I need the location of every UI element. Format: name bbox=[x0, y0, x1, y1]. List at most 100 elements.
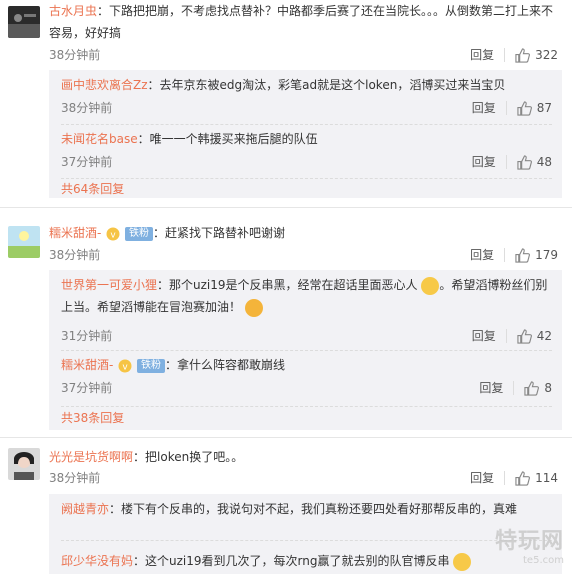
username[interactable]: 光光是坑货啊啊 bbox=[49, 450, 133, 464]
watermark-text: 特玩网 bbox=[494, 529, 564, 554]
reply-content: 去年京东被edg淘汰，彩笔ad就是这个loken，滔博买过来当宝贝 bbox=[159, 78, 506, 92]
reply-box: 阙越青亦：楼下有个反串的，我说句对不起，我们真粉还要四处看好那帮反串的，真难 邱… bbox=[49, 494, 562, 574]
username[interactable]: 画中悲欢离合Zz bbox=[61, 78, 148, 92]
username[interactable]: 阙越青亦 bbox=[61, 502, 109, 516]
thumbs-up-icon bbox=[524, 380, 540, 396]
reply-divider bbox=[61, 178, 552, 179]
comment-content: 赶紧找下路替补吧谢谢 bbox=[165, 226, 286, 240]
comment-meta: 38分钟前 回复 114 bbox=[49, 468, 558, 488]
timestamp: 38分钟前 bbox=[49, 48, 101, 62]
reply-meta: 37分钟前 回复 48 bbox=[61, 152, 552, 172]
divider bbox=[513, 381, 515, 395]
divider bbox=[505, 155, 507, 169]
username[interactable]: 未闻花名base bbox=[61, 132, 138, 146]
like-button[interactable]: 87 bbox=[517, 98, 552, 118]
avatar[interactable] bbox=[8, 6, 40, 38]
reply-content: 拿什么阵容都敢崩线 bbox=[177, 358, 286, 372]
tongue-emoji-icon bbox=[244, 298, 263, 317]
timestamp: 37分钟前 bbox=[61, 155, 113, 169]
comment-content: 下路把把崩，不考虑找点替补？中路都季后赛了还在当院长。。。从倒数第二打上来不容易… bbox=[49, 4, 554, 40]
reply: 糯米甜酒- v 铁粉 ：拿什么阵容都敢崩线 37分钟前 回复 8 bbox=[61, 354, 552, 402]
divider bbox=[505, 329, 507, 343]
reply-button[interactable]: 回复 bbox=[472, 326, 496, 346]
thumbs-up-icon bbox=[517, 100, 532, 116]
fan-badge: 铁粉 bbox=[125, 226, 153, 241]
fan-badge: 铁粉 bbox=[137, 358, 165, 373]
reply: 阙越青亦：楼下有个反串的，我说句对不起，我们真粉还要四处看好那帮反串的，真难 bbox=[61, 498, 552, 538]
avatar[interactable] bbox=[8, 448, 40, 480]
watermark-url: te5.com bbox=[523, 555, 564, 566]
divider bbox=[504, 248, 506, 262]
reply-actions: 回复 48 bbox=[472, 152, 552, 172]
reply-divider bbox=[61, 350, 552, 351]
reply-content: 这个uzi19看到几次了，每次rng赢了就去别的队官博反串 bbox=[145, 554, 450, 568]
like-button[interactable]: 48 bbox=[517, 152, 552, 172]
comment: 糯米甜酒- v 铁粉 ：赶紧找下路替补吧谢谢 38分钟前 回复 179 世界第一可… bbox=[0, 220, 572, 430]
reply-button[interactable]: 回复 bbox=[470, 45, 494, 65]
reply-text: 世界第一可爱小狸：那个uzi19是个反串黑，经常在超话里面恶心人 。希望滔博粉丝… bbox=[61, 274, 552, 318]
reply-meta: 37分钟前 回复 8 bbox=[61, 378, 552, 398]
comment-actions: 回复 179 bbox=[470, 245, 558, 265]
smile-emoji-icon bbox=[453, 552, 472, 571]
reply-button[interactable]: 回复 bbox=[472, 152, 496, 172]
comment-meta: 38分钟前 回复 179 bbox=[49, 245, 558, 265]
thumbs-up-icon bbox=[515, 247, 531, 263]
reply-meta: 38分钟前 回复 87 bbox=[61, 98, 552, 118]
thumbs-up-icon bbox=[517, 154, 532, 170]
username[interactable]: 古水月虫 bbox=[49, 4, 97, 18]
timestamp: 38分钟前 bbox=[61, 101, 113, 115]
like-button[interactable]: 8 bbox=[524, 378, 552, 398]
reply: 世界第一可爱小狸：那个uzi19是个反串黑，经常在超话里面恶心人 。希望滔博粉丝… bbox=[61, 274, 552, 346]
avatar[interactable] bbox=[8, 226, 40, 258]
reply-text: 未闻花名base：唯一一个韩援买来拖后腿的队伍 bbox=[61, 132, 318, 146]
reply-text: 邱少华没有妈：这个uzi19看到几次了，每次rng赢了就去别的队官博反串 bbox=[61, 550, 552, 572]
reply-button[interactable]: 回复 bbox=[472, 98, 496, 118]
username[interactable]: 糯米甜酒- bbox=[61, 358, 113, 372]
reply-button[interactable]: 回复 bbox=[470, 468, 494, 488]
like-count: 179 bbox=[535, 248, 558, 262]
like-button[interactable]: 42 bbox=[517, 326, 552, 346]
comment-text: 糯米甜酒- v 铁粉 ：赶紧找下路替补吧谢谢 bbox=[49, 226, 286, 241]
timestamp: 31分钟前 bbox=[61, 329, 113, 343]
username[interactable]: 邱少华没有妈 bbox=[61, 554, 133, 568]
more-replies-link[interactable]: 共38条回复 bbox=[61, 409, 124, 427]
comment-actions: 回复 322 bbox=[470, 45, 558, 65]
like-count: 114 bbox=[535, 471, 558, 485]
reply: 邱少华没有妈：这个uzi19看到几次了，每次rng赢了就去别的队官博反串 bbox=[61, 550, 552, 574]
reply-text: 糯米甜酒- v 铁粉 ：拿什么阵容都敢崩线 bbox=[61, 358, 286, 373]
svg-text:v: v bbox=[111, 230, 117, 240]
like-count: 42 bbox=[536, 329, 552, 343]
comment-text: 光光是坑货啊啊：把loken换了吧。。 bbox=[49, 450, 244, 464]
more-replies-link[interactable]: 共64条回复 bbox=[61, 180, 124, 198]
reply: 未闻花名base：唯一一个韩援买来拖后腿的队伍 37分钟前 回复 48 bbox=[61, 128, 552, 174]
thumbs-up-icon bbox=[515, 47, 531, 63]
like-count: 8 bbox=[544, 381, 552, 395]
like-button[interactable]: 114 bbox=[515, 468, 558, 488]
reply-button[interactable]: 回复 bbox=[479, 378, 503, 398]
comment-text: 古水月虫：下路把把崩，不考虑找点替补？中路都季后赛了还在当院长。。。从倒数第二打… bbox=[49, 4, 554, 40]
username[interactable]: 世界第一可爱小狸 bbox=[61, 278, 157, 292]
reply-box: 画中悲欢离合Zz：去年京东被edg淘汰，彩笔ad就是这个loken，滔博买过来当… bbox=[49, 70, 562, 198]
svg-text:v: v bbox=[123, 362, 129, 372]
vip-badge-icon: v bbox=[106, 227, 120, 240]
thumbs-up-icon bbox=[517, 328, 532, 344]
comment-actions: 回复 114 bbox=[470, 468, 558, 488]
like-count: 48 bbox=[536, 155, 552, 169]
reply-button[interactable]: 回复 bbox=[470, 245, 494, 265]
cry-emoji-icon bbox=[421, 276, 440, 295]
like-button[interactable]: 179 bbox=[515, 245, 558, 265]
reply: 画中悲欢离合Zz：去年京东被edg淘汰，彩笔ad就是这个loken，滔博买过来当… bbox=[61, 74, 552, 120]
reply-divider bbox=[61, 540, 552, 541]
reply-divider bbox=[61, 406, 552, 407]
like-button[interactable]: 322 bbox=[515, 45, 558, 65]
like-count: 322 bbox=[535, 48, 558, 62]
reply-divider bbox=[61, 124, 552, 125]
vip-badge-icon: v bbox=[118, 359, 132, 372]
divider bbox=[504, 48, 506, 62]
comment: 古水月虫：下路把把崩，不考虑找点替补？中路都季后赛了还在当院长。。。从倒数第二打… bbox=[0, 0, 572, 200]
comment-divider bbox=[0, 437, 572, 438]
username[interactable]: 糯米甜酒- bbox=[49, 226, 101, 240]
reply-actions: 回复 8 bbox=[479, 378, 552, 398]
divider bbox=[505, 101, 507, 115]
reply-content: 那个uzi19是个反串黑，经常在超话里面恶心人 bbox=[169, 278, 418, 292]
